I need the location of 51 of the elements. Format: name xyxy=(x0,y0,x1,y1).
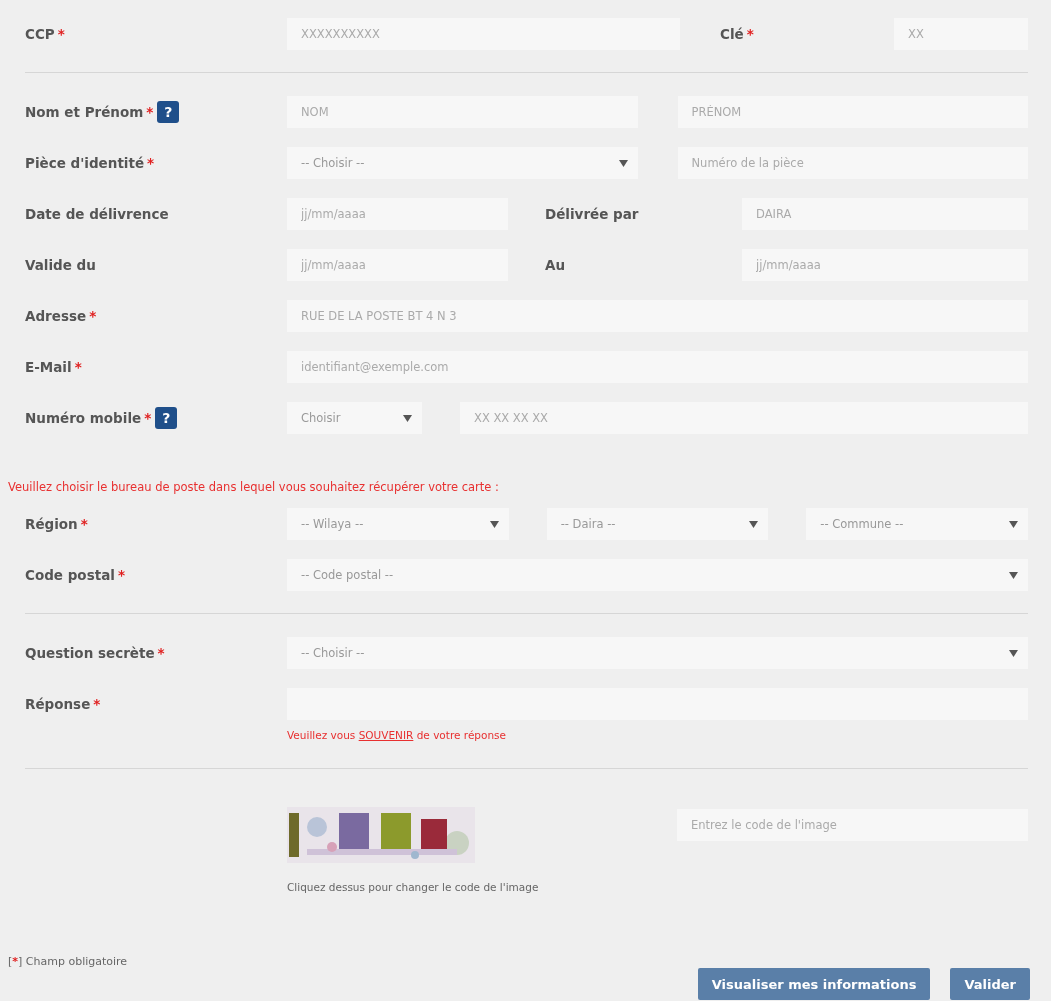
caret-icon xyxy=(1009,571,1018,579)
notice-text: Veuillez choisir le bureau de poste dans lequel vous souhaitez récupérer votre carte : xyxy=(8,480,500,494)
field-label: Adresse * xyxy=(25,308,97,324)
legend-text: [*] Champ obligatoire xyxy=(8,955,129,968)
caret-icon xyxy=(489,520,499,528)
input-field[interactable]: XX XX XX XX xyxy=(460,402,1028,434)
caret-icon xyxy=(1009,520,1018,528)
select-field[interactable]: -- Commune -- xyxy=(806,508,1028,540)
input-field[interactable]: PRÉNOM xyxy=(677,96,1028,128)
input-field[interactable]: jj/mm/aaaa xyxy=(287,249,508,281)
field-label: E-Mail * xyxy=(25,359,82,375)
help-icon[interactable]: ? xyxy=(155,407,178,429)
field-label: Réponse * xyxy=(25,696,101,712)
input-field[interactable]: identifiant@exemple.com xyxy=(287,351,1028,383)
field-label: Au xyxy=(544,257,567,273)
field-label: Date de délivrence xyxy=(25,206,169,222)
select-field[interactable]: -- Code postal -- xyxy=(287,559,1028,591)
input-field[interactable]: NOM xyxy=(287,96,638,128)
captcha-input[interactable]: Entrez le code de l'image xyxy=(677,809,1028,841)
field-label: Pièce d'identité * xyxy=(25,155,155,171)
select-field[interactable]: -- Choisir -- xyxy=(287,147,638,179)
captcha-caption: Cliquez dessus pour changer le code de l'image xyxy=(287,881,540,893)
preview-button[interactable]: Visualiser mes informations xyxy=(697,968,931,1000)
field-label: Valide du xyxy=(25,257,96,273)
field-label: Code postal * xyxy=(25,567,125,583)
caret-icon xyxy=(749,520,759,528)
input-field[interactable]: jj/mm/aaaa xyxy=(287,198,508,230)
select-field[interactable]: -- Wilaya -- xyxy=(287,508,509,540)
select-field[interactable]: Choisir xyxy=(287,402,422,434)
souvenir-link[interactable]: SOUVENIR xyxy=(358,729,414,741)
input-field[interactable]: Numéro de la pièce xyxy=(677,147,1028,179)
caret-icon xyxy=(618,159,628,167)
select-field[interactable]: -- Choisir -- xyxy=(287,637,1028,669)
field-label: Clé * xyxy=(719,26,755,42)
caret-icon xyxy=(403,414,412,422)
input-field[interactable]: XX xyxy=(894,18,1028,50)
input-field[interactable]: XXXXXXXXXX xyxy=(287,18,680,50)
field-label: CCP * xyxy=(25,26,65,42)
caret-icon xyxy=(1009,649,1018,657)
hint-text: Veuillez vous SOUVENIR de votre réponse xyxy=(287,729,507,741)
field-label: Numéro mobile * xyxy=(25,410,152,426)
input-field[interactable]: DAIRA xyxy=(742,198,1028,230)
field-label: Nom et Prénom * xyxy=(25,104,154,120)
select-field[interactable]: -- Daira -- xyxy=(546,508,769,540)
field-label: Délivrée par xyxy=(544,206,640,222)
input-field[interactable]: RUE DE LA POSTE BT 4 N 3 xyxy=(287,300,1028,332)
submit-button[interactable]: Valider xyxy=(950,968,1030,1000)
help-icon[interactable]: ? xyxy=(157,101,180,123)
field-label: Région * xyxy=(25,516,88,532)
input-field[interactable]: jj/mm/aaaa xyxy=(742,249,1028,281)
field-label: Question secrète * xyxy=(25,645,165,661)
